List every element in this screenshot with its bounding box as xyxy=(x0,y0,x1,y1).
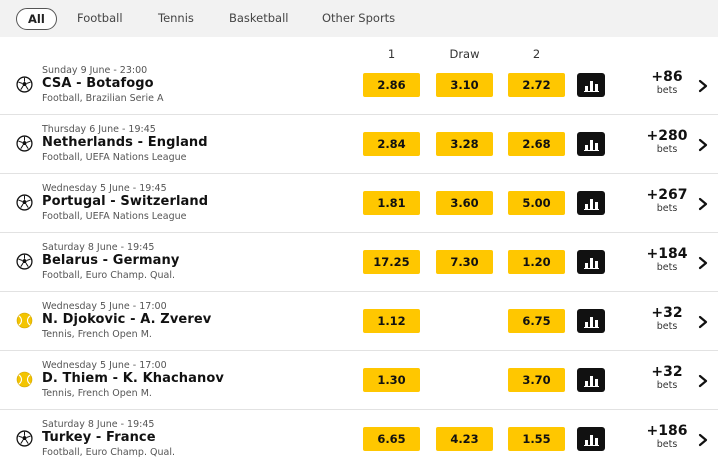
odds-button-away[interactable]: 2.72 xyxy=(508,73,565,97)
event-league: Football, Euro Champ. Qual. xyxy=(42,270,175,281)
stats-button[interactable] xyxy=(577,132,605,156)
event-row[interactable]: Wednesday 5 June - 17:00 N. Djokovic - A.… xyxy=(0,292,718,351)
event-teams[interactable]: D. Thiem - K. Khachanov xyxy=(42,371,224,386)
event-row[interactable]: Sunday 9 June - 23:00 CSA - Botafogo Footb… xyxy=(0,56,718,115)
stats-button[interactable] xyxy=(577,309,605,333)
more-bets-count: +280 xyxy=(646,128,688,144)
more-bets-link[interactable]: +32 bets xyxy=(640,364,694,391)
more-bets-count: +32 xyxy=(651,305,683,321)
odds-button-home[interactable]: 1.30 xyxy=(363,368,420,392)
event-date: Wednesday 5 June - 17:00 xyxy=(42,360,167,371)
event-league: Football, UEFA Nations League xyxy=(42,152,187,163)
odds-button-home[interactable]: 1.12 xyxy=(363,309,420,333)
odds-button-draw[interactable]: 7.30 xyxy=(436,250,493,274)
tab-tennis[interactable]: Tennis xyxy=(158,0,194,37)
more-bets-label: bets xyxy=(656,144,678,155)
more-bets-label: bets xyxy=(656,380,678,391)
event-date: Saturday 8 June - 19:45 xyxy=(42,419,155,430)
odds-button-draw[interactable]: 3.10 xyxy=(436,73,493,97)
event-row[interactable]: Wednesday 5 June - 17:00 D. Thiem - K. Kh… xyxy=(0,351,718,410)
odds-button-home[interactable]: 2.86 xyxy=(363,73,420,97)
more-bets-label: bets xyxy=(656,203,678,214)
event-row[interactable]: Wednesday 5 June - 19:45 Portugal - Switz… xyxy=(0,174,718,233)
event-teams[interactable]: N. Djokovic - A. Zverev xyxy=(42,312,211,327)
event-date: Sunday 9 June - 23:00 xyxy=(42,65,148,76)
event-teams[interactable]: Turkey - France xyxy=(42,430,156,445)
more-bets-link[interactable]: +86 bets xyxy=(640,69,694,96)
event-date: Saturday 8 June - 19:45 xyxy=(42,242,155,253)
odds-button-away[interactable]: 1.20 xyxy=(508,250,565,274)
event-teams[interactable]: Netherlands - England xyxy=(42,135,208,150)
more-bets-count: +86 xyxy=(651,69,683,85)
stats-button[interactable] xyxy=(577,73,605,97)
event-row[interactable]: Saturday 8 June - 19:45 Belarus - Germany… xyxy=(0,233,718,292)
chevron-right-icon[interactable] xyxy=(697,137,709,152)
stats-button[interactable] xyxy=(577,191,605,215)
chevron-right-icon[interactable] xyxy=(697,255,709,270)
event-league: Football, UEFA Nations League xyxy=(42,211,187,222)
chevron-right-icon[interactable] xyxy=(697,432,709,447)
tab-other-sports[interactable]: Other Sports xyxy=(322,0,395,37)
event-teams[interactable]: Portugal - Switzerland xyxy=(42,194,208,209)
stats-button[interactable] xyxy=(577,250,605,274)
football-icon xyxy=(16,135,33,152)
event-league: Football, Euro Champ. Qual. xyxy=(42,447,175,458)
more-bets-link[interactable]: +184 bets xyxy=(640,246,694,273)
odds-button-away[interactable]: 2.68 xyxy=(508,132,565,156)
event-teams[interactable]: CSA - Botafogo xyxy=(42,76,154,91)
event-date: Wednesday 5 June - 19:45 xyxy=(42,183,167,194)
event-teams[interactable]: Belarus - Germany xyxy=(42,253,179,268)
odds-button-home[interactable]: 17.25 xyxy=(363,250,420,274)
event-date: Thursday 6 June - 19:45 xyxy=(42,124,156,135)
football-icon xyxy=(16,194,33,211)
more-bets-count: +184 xyxy=(646,246,688,262)
more-bets-link[interactable]: +267 bets xyxy=(640,187,694,214)
odds-button-away[interactable]: 1.55 xyxy=(508,427,565,451)
tennis-ball-icon xyxy=(16,312,33,329)
more-bets-link[interactable]: +186 bets xyxy=(640,423,694,450)
tab-football[interactable]: Football xyxy=(77,0,123,37)
event-row[interactable]: Thursday 6 June - 19:45 Netherlands - Eng… xyxy=(0,115,718,174)
event-league: Tennis, French Open M. xyxy=(42,388,152,399)
more-bets-label: bets xyxy=(656,85,678,96)
event-league: Football, Brazilian Serie A xyxy=(42,93,164,104)
football-icon xyxy=(16,430,33,447)
stats-button[interactable] xyxy=(577,368,605,392)
odds-button-away[interactable]: 5.00 xyxy=(508,191,565,215)
more-bets-label: bets xyxy=(656,321,678,332)
chevron-right-icon[interactable] xyxy=(697,314,709,329)
more-bets-count: +186 xyxy=(646,423,688,439)
football-icon xyxy=(16,253,33,270)
event-date: Wednesday 5 June - 17:00 xyxy=(42,301,167,312)
odds-button-draw[interactable]: 3.60 xyxy=(436,191,493,215)
more-bets-count: +32 xyxy=(651,364,683,380)
event-league: Tennis, French Open M. xyxy=(42,329,152,340)
more-bets-link[interactable]: +32 bets xyxy=(640,305,694,332)
tennis-ball-icon xyxy=(16,371,33,388)
tab-all[interactable]: All xyxy=(16,8,57,30)
more-bets-link[interactable]: +280 bets xyxy=(640,128,694,155)
chevron-right-icon[interactable] xyxy=(697,373,709,388)
odds-button-home[interactable]: 6.65 xyxy=(363,427,420,451)
sport-filter-tabs: All Football Tennis Basketball Other Spo… xyxy=(0,0,718,37)
odds-button-draw[interactable]: 4.23 xyxy=(436,427,493,451)
odds-button-home[interactable]: 1.81 xyxy=(363,191,420,215)
odds-button-draw[interactable]: 3.28 xyxy=(436,132,493,156)
odds-button-away[interactable]: 3.70 xyxy=(508,368,565,392)
chevron-right-icon[interactable] xyxy=(697,196,709,211)
chevron-right-icon[interactable] xyxy=(697,78,709,93)
more-bets-label: bets xyxy=(656,439,678,450)
odds-button-away[interactable]: 6.75 xyxy=(508,309,565,333)
odds-button-home[interactable]: 2.84 xyxy=(363,132,420,156)
more-bets-count: +267 xyxy=(646,187,688,203)
tab-basketball[interactable]: Basketball xyxy=(229,0,289,37)
event-row[interactable]: Saturday 8 June - 19:45 Turkey - France Fo… xyxy=(0,410,718,466)
football-icon xyxy=(16,76,33,93)
stats-button[interactable] xyxy=(577,427,605,451)
more-bets-label: bets xyxy=(656,262,678,273)
